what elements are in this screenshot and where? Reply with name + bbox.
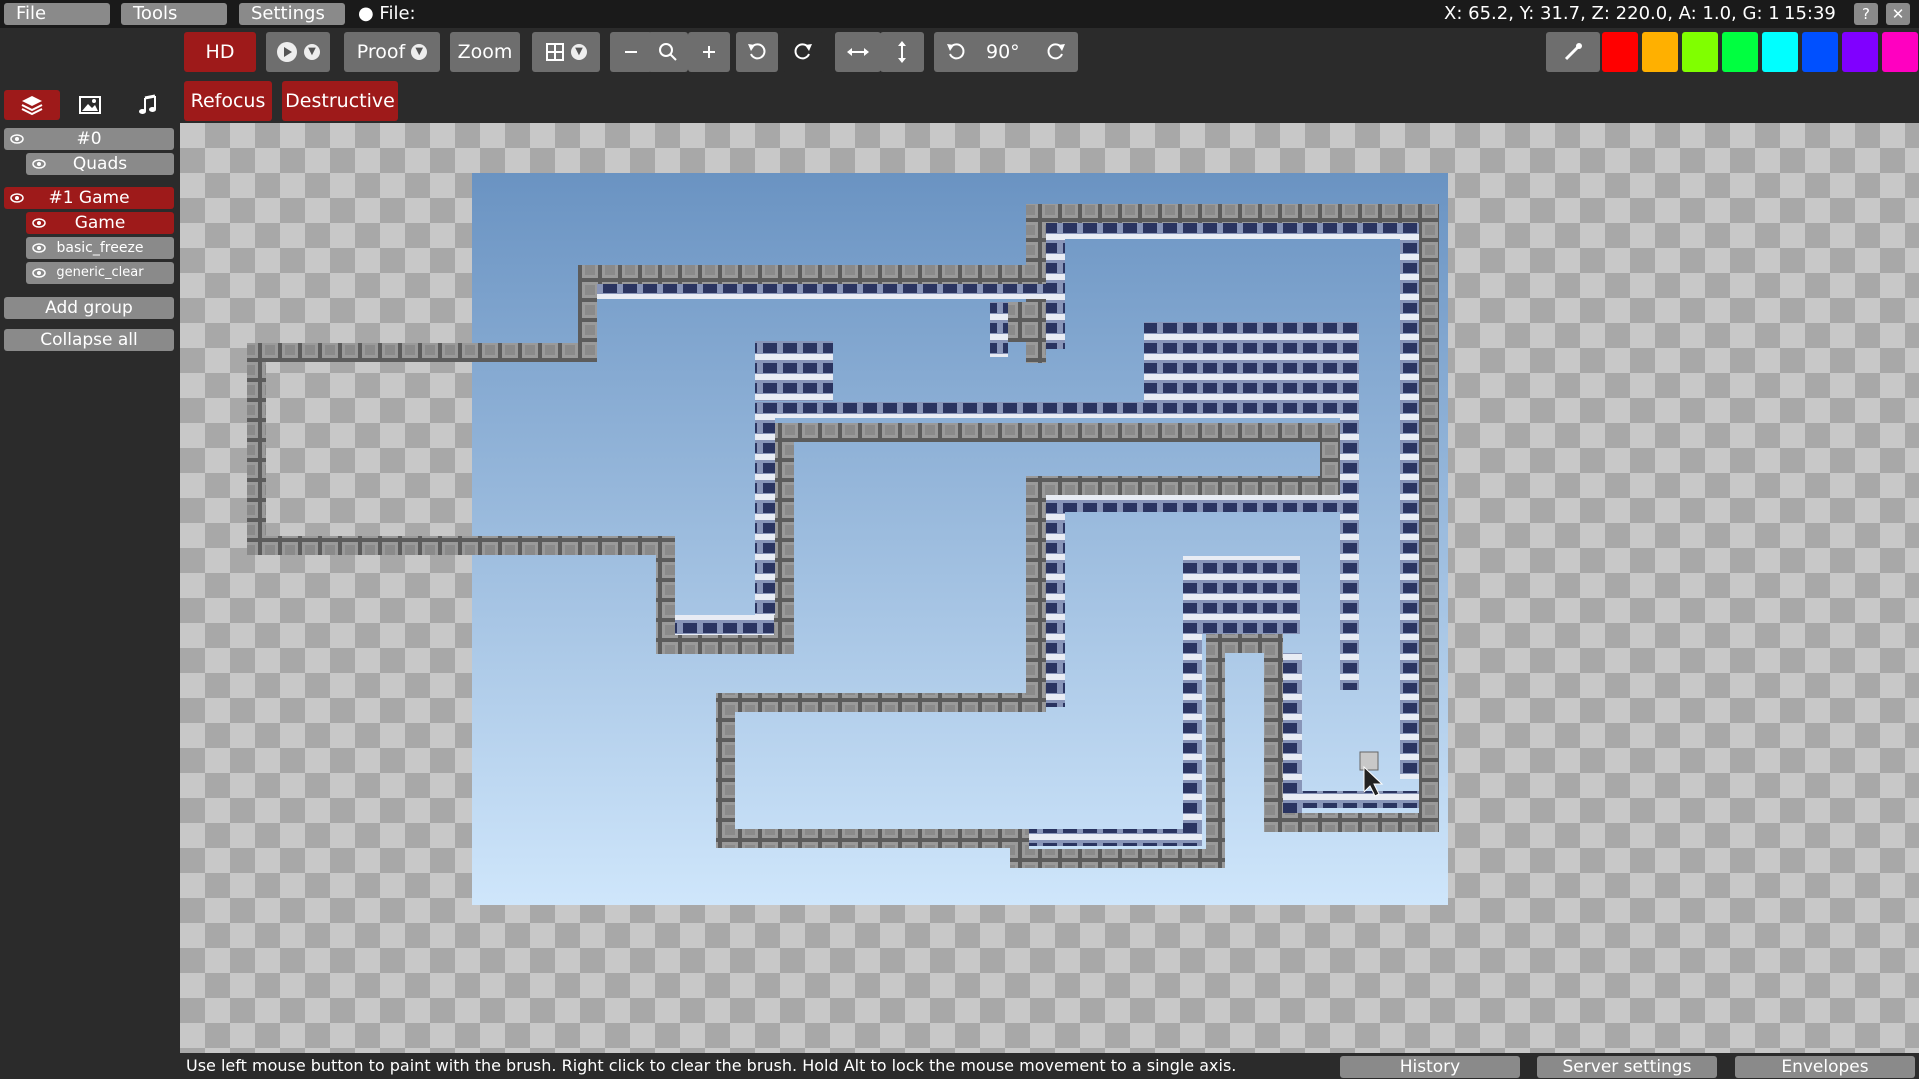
envelopes-button[interactable]: Envelopes <box>1735 1056 1915 1078</box>
server-settings-button[interactable]: Server settings <box>1537 1056 1717 1078</box>
map-tiles <box>247 204 1439 868</box>
cursor-icon <box>1359 751 1384 797</box>
history-button[interactable]: History <box>1340 1056 1520 1078</box>
hint-text: Use left mouse button to paint with the … <box>186 1056 1237 1075</box>
